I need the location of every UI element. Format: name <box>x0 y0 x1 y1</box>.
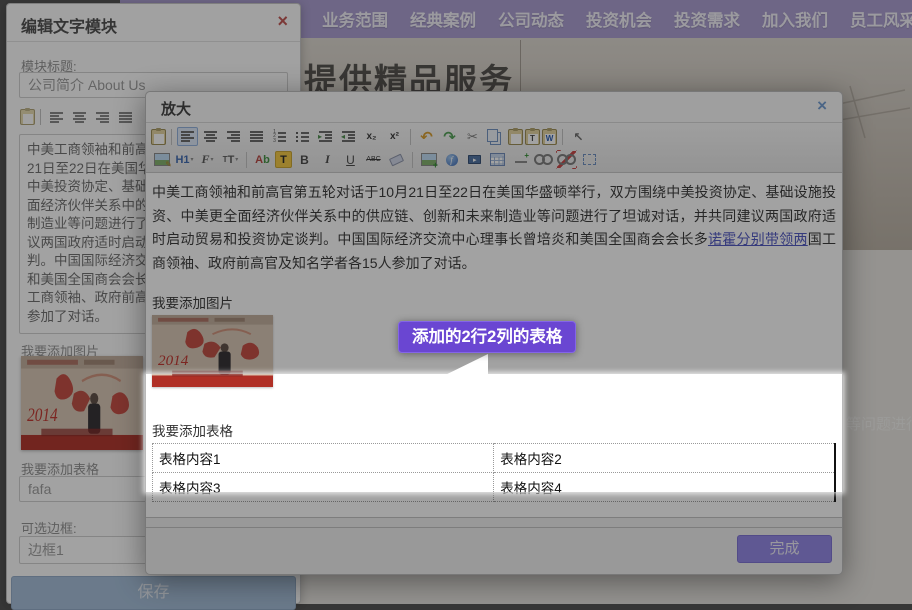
paragraph-link[interactable]: 诺霍分别带领两 <box>708 231 808 247</box>
bg-color-icon[interactable]: T <box>275 151 292 168</box>
underlying-text-fragment: 等问题进行了 <box>846 413 912 434</box>
align-justify-icon[interactable] <box>115 108 136 127</box>
paste-word-icon[interactable]: W <box>542 129 557 145</box>
underline-icon[interactable]: U <box>340 150 361 169</box>
fullscreen-icon[interactable] <box>579 150 600 169</box>
toolbar-row-2: H1FTT AbTBIUABC <box>150 148 838 171</box>
unlink-icon[interactable] <box>556 150 577 169</box>
paste-icon[interactable] <box>508 129 523 145</box>
link-icon[interactable] <box>533 150 554 169</box>
clipboard-icon[interactable] <box>20 109 35 125</box>
nav-item[interactable]: 业务范围 <box>322 7 388 31</box>
unordered-list-icon[interactable] <box>292 127 313 146</box>
strike-icon[interactable]: ABC <box>363 150 384 169</box>
table-icon[interactable] <box>487 150 508 169</box>
add-image-label: 我要添加图片 <box>152 292 836 312</box>
font-size-icon[interactable]: TT <box>220 150 241 169</box>
paste-text-icon[interactable]: T <box>525 129 540 145</box>
align-center-icon[interactable] <box>200 127 221 146</box>
video-icon[interactable] <box>464 150 485 169</box>
nav-item[interactable]: 加入我们 <box>762 7 828 31</box>
table-row: 表格内容3表格内容4 <box>153 473 836 502</box>
undo-icon[interactable]: ↶ <box>416 127 437 146</box>
editor-paragraph: 中美工商领袖和前高官第五轮对话于10月21日至22日在美国华盛顿举行，双方围绕中… <box>152 181 836 275</box>
tour-tooltip: 添加的2行2列的表格 <box>398 321 576 353</box>
toolbar-separator <box>410 129 411 145</box>
panel-close-icon[interactable]: × <box>277 11 288 32</box>
table-cell[interactable]: 表格内容4 <box>494 473 835 502</box>
event-photo-thumbnail[interactable]: 2014 <box>21 356 143 450</box>
insert-image-icon[interactable] <box>418 150 439 169</box>
toolbar-separator <box>40 109 41 125</box>
svg-text:2014: 2014 <box>158 353 189 369</box>
content-table[interactable]: 表格内容1表格内容2表格内容3表格内容4 <box>152 443 836 502</box>
modal-header: 放大 × <box>146 92 842 123</box>
align-right-icon[interactable] <box>92 108 113 127</box>
text-color-icon[interactable]: Ab <box>252 150 273 169</box>
toolbar-separator <box>246 152 247 168</box>
nav-item[interactable]: 公司动态 <box>498 7 564 31</box>
panel-title: 编辑文字模块 <box>21 13 117 37</box>
add-table-label: 我要添加表格 <box>152 420 836 440</box>
toolbar-separator <box>171 129 172 145</box>
border-select-label: 可选边框: <box>21 518 77 537</box>
table-row: 表格内容1表格内容2 <box>153 444 836 473</box>
save-button[interactable]: 保存 <box>11 576 296 610</box>
copy-icon[interactable] <box>485 127 506 146</box>
table-cell[interactable]: 表格内容1 <box>153 444 494 473</box>
redo-icon[interactable]: ↷ <box>439 127 460 146</box>
subscript-icon[interactable]: x₂ <box>361 127 382 146</box>
svg-text:2014: 2014 <box>27 405 58 426</box>
modal-close-icon[interactable]: × <box>817 96 827 116</box>
align-right-icon[interactable] <box>223 127 244 146</box>
bold-icon[interactable]: B <box>294 150 315 169</box>
select-cursor-icon[interactable]: ↖ <box>568 127 589 146</box>
nav-item[interactable]: 投资需求 <box>674 7 740 31</box>
align-center-icon[interactable] <box>69 108 90 127</box>
align-justify-icon[interactable] <box>246 127 267 146</box>
eraser-icon[interactable] <box>386 150 407 169</box>
flash-icon[interactable] <box>441 150 462 169</box>
table-cell[interactable]: 表格内容2 <box>494 444 835 473</box>
modal-title: 放大 <box>161 98 191 119</box>
font-family-icon[interactable]: F <box>197 150 218 169</box>
align-left-icon[interactable] <box>177 127 198 146</box>
table-cell[interactable]: 表格内容3 <box>153 473 494 502</box>
toolbar-row-1: x₂x² ↶↷✂ TW ↖ <box>150 125 838 148</box>
toolbar-separator <box>412 152 413 168</box>
hero-decoration <box>520 40 521 95</box>
done-button[interactable]: 完成 <box>737 535 832 563</box>
nav-item[interactable]: 员工风采 <box>850 7 912 31</box>
event-photo[interactable]: 2014 <box>152 315 273 387</box>
nav-item[interactable]: 投资机会 <box>586 7 652 31</box>
cut-icon[interactable]: ✂ <box>462 127 483 146</box>
clipboard-icon[interactable] <box>151 129 166 145</box>
italic-icon[interactable]: I <box>317 150 338 169</box>
indent-icon[interactable] <box>315 127 336 146</box>
outdent-icon[interactable] <box>338 127 359 146</box>
ordered-list-icon[interactable] <box>269 127 290 146</box>
align-left-icon[interactable] <box>46 108 67 127</box>
editor-toolbar: x₂x²↶↷✂TW↖ H1FTTAbTBIUABC <box>146 123 842 173</box>
toolbar-separator <box>562 129 563 145</box>
heading-icon[interactable]: H1 <box>174 150 195 169</box>
panel-titlebar: 编辑文字模块 × <box>7 4 300 42</box>
superscript-icon[interactable]: x² <box>384 127 405 146</box>
media-edit-icon[interactable] <box>151 150 172 169</box>
modal-footer: 完成 <box>146 527 842 574</box>
nav-item[interactable]: 经典案例 <box>410 7 476 31</box>
insert-hr-icon[interactable] <box>510 150 531 169</box>
